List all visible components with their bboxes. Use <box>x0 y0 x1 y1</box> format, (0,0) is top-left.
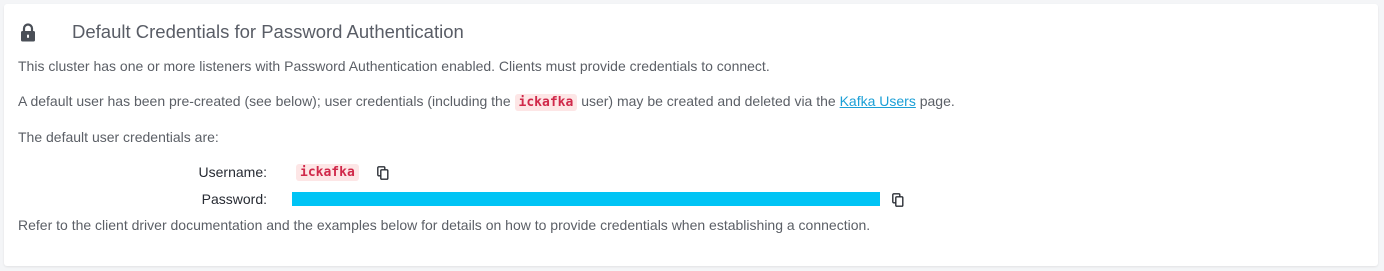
default-user-middle: user) may be created and deleted via the <box>577 93 840 109</box>
default-user-text: A default user has been pre-created (see… <box>18 93 955 111</box>
lock-icon <box>20 23 38 43</box>
username-label: Username: <box>198 164 267 180</box>
copy-password-icon[interactable] <box>892 193 904 207</box>
card-header: Default Credentials for Password Authent… <box>20 20 464 46</box>
section-title: Default Credentials for Password Authent… <box>72 21 464 42</box>
default-user-prefix: A default user has been pre-created (see… <box>18 93 515 109</box>
default-user-code: ickafka <box>514 94 578 111</box>
credentials-card: Default Credentials for Password Authent… <box>4 4 1378 266</box>
intro-text: This cluster has one or more listeners w… <box>18 58 770 74</box>
credentials-intro-text: The default user credentials are: <box>18 129 219 145</box>
password-redacted-bar <box>292 192 880 206</box>
refer-text: Refer to the client driver documentation… <box>18 217 871 233</box>
default-user-suffix: page. <box>915 93 955 109</box>
username-value: ickafka <box>296 164 359 181</box>
copy-username-icon[interactable] <box>377 166 389 180</box>
kafka-users-link[interactable]: Kafka Users <box>840 93 916 109</box>
password-label: Password: <box>201 191 267 207</box>
